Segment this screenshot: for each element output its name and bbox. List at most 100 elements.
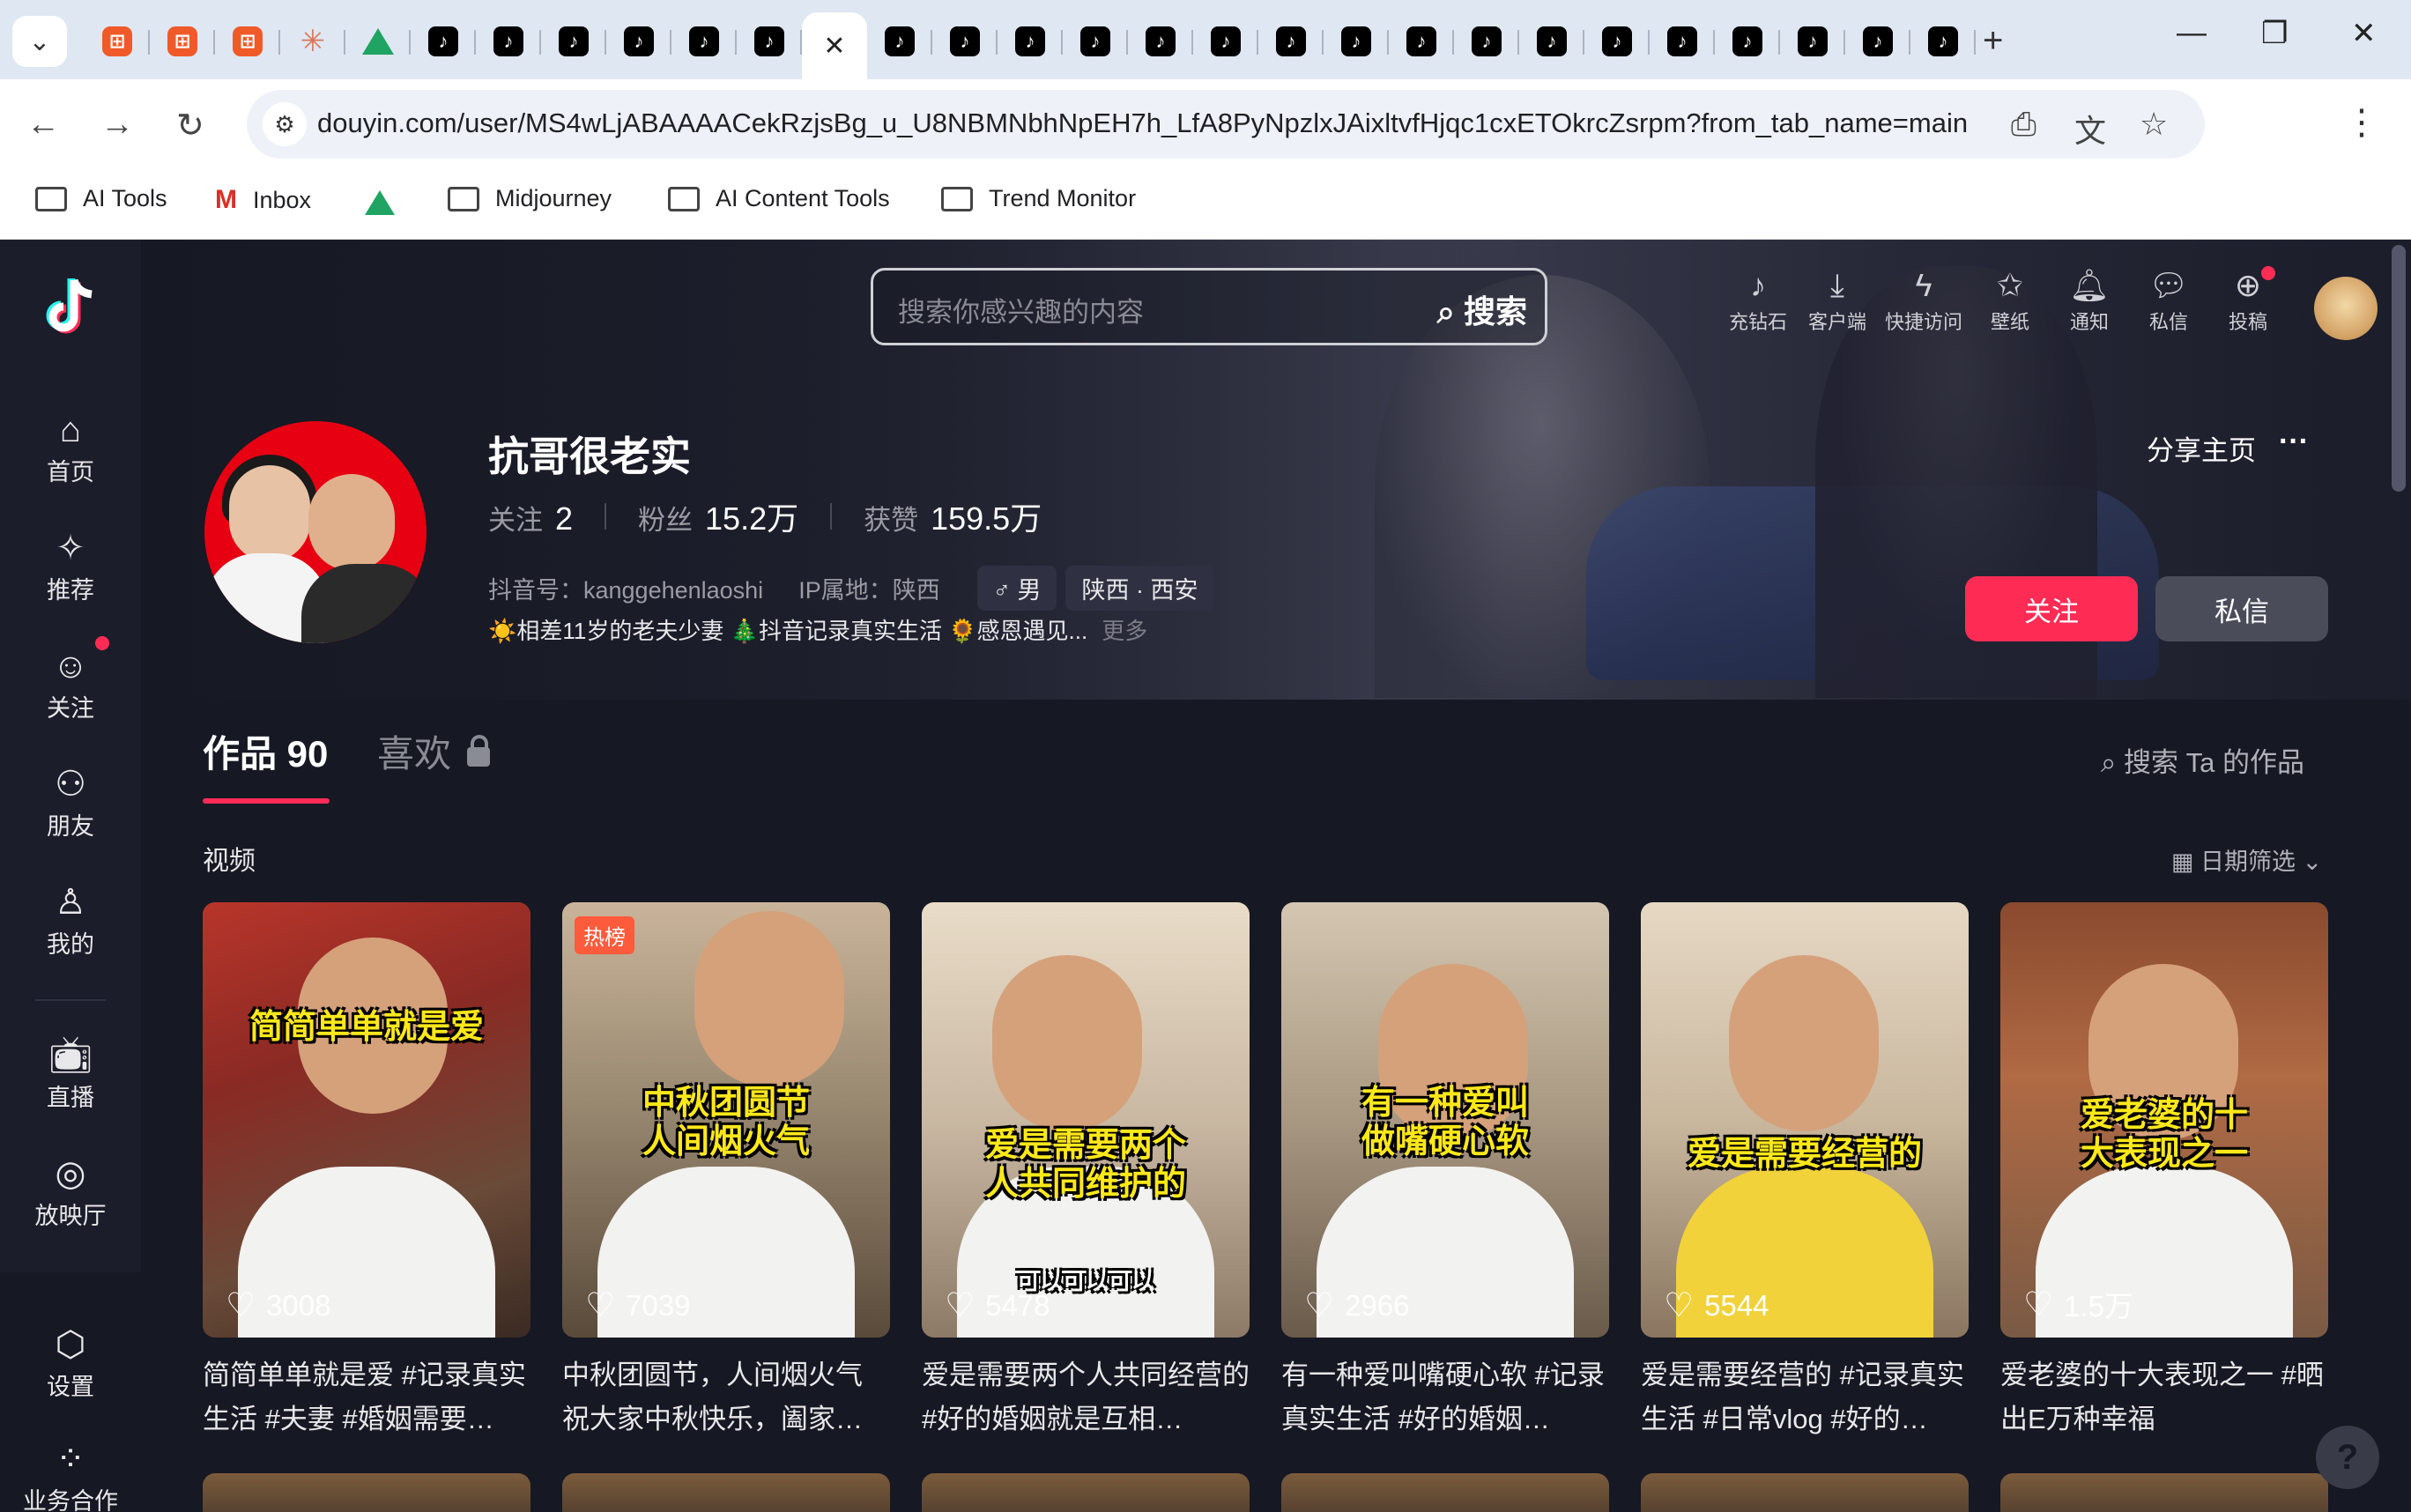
browser-tab[interactable]: ♪	[1910, 12, 1976, 70]
video-thumbnail[interactable]: 爱是需要两个 人共同维护的 可以可以可以 ♡ 5478	[922, 902, 1250, 1338]
site-settings-icon[interactable]: ⚙	[263, 102, 307, 146]
browser-menu-icon[interactable]: ⋮	[2344, 102, 2379, 143]
browser-tab[interactable]: ♪	[998, 12, 1063, 70]
header-diamond[interactable]: ♪ 充钻石	[1718, 264, 1798, 335]
search-box[interactable]: 搜索你感兴趣的内容 ⌕ 搜索	[871, 268, 1547, 345]
video-card[interactable]: 中秋团圆节 人间烟火气 热榜 ♡ 7039 中秋团圆节，人间烟火气 祝大家中秋快乐，阖家…	[562, 902, 890, 1442]
user-avatar[interactable]	[2314, 277, 2378, 340]
browser-tab[interactable]: ♪	[867, 12, 932, 70]
browser-tab[interactable]: ♪	[411, 12, 476, 70]
bookmark-midjourney[interactable]: Midjourney	[448, 185, 612, 212]
url-text[interactable]: douyin.com/user/MS4wLjABAAAACekRzjsBg_u_…	[317, 107, 1968, 139]
close-window-icon[interactable]: ✕	[2351, 16, 2377, 51]
minimize-icon[interactable]: —	[2177, 16, 2207, 50]
video-thumbnail[interactable]: 有一种爱叫 做嘴硬心软 ♡ 2966	[1281, 902, 1609, 1338]
browser-tab[interactable]: ♪	[541, 12, 606, 70]
video-description[interactable]: 爱是需要经营的 #记录真实生活 #日常vlog #好的…	[1641, 1353, 1969, 1442]
help-icon[interactable]: ?	[2316, 1426, 2379, 1489]
header-client[interactable]: ⤓ 客户端	[1798, 264, 1877, 335]
sidebar-item-home[interactable]: ⌂ 首页	[0, 407, 141, 487]
video-description[interactable]: 中秋团圆节，人间烟火气 祝大家中秋快乐，阖家…	[562, 1353, 890, 1442]
page-scrollbar[interactable]	[2392, 245, 2406, 492]
browser-tab[interactable]: ♪	[1128, 12, 1193, 70]
date-filter-dropdown[interactable]: ▦ 日期筛选 ⌄	[2171, 842, 2322, 877]
header-quick-access[interactable]: ϟ 快捷访问	[1884, 264, 1963, 335]
browser-tab[interactable]: ♪	[1324, 12, 1389, 70]
search-button[interactable]: ⌕ 搜索	[1437, 286, 1527, 332]
forward-icon[interactable]: →	[100, 106, 134, 144]
sidebar-item-me[interactable]: ♙ 我的	[0, 879, 141, 960]
follow-button[interactable]: 关注	[1965, 576, 2138, 641]
bookmark-google-drive[interactable]	[365, 190, 395, 215]
install-app-icon[interactable]: ⎙	[2011, 106, 2036, 144]
video-thumbnail[interactable]: 爱老婆的十 大表现之一 ♡ 1.5万	[2000, 902, 2328, 1338]
video-thumbnail-partial[interactable]	[1641, 1473, 1969, 1512]
following-count[interactable]: 2	[555, 500, 573, 537]
fans-count[interactable]: 15.2万	[705, 493, 798, 539]
browser-tab[interactable]: ⊞	[85, 12, 150, 70]
restore-icon[interactable]: ❐	[2261, 16, 2288, 51]
translate-icon[interactable]: 文	[2074, 106, 2106, 152]
browser-tab[interactable]: ♪	[1519, 12, 1584, 70]
back-icon[interactable]: ←	[26, 106, 60, 144]
video-card[interactable]: 有一种爱叫 做嘴硬心软 ♡ 2966 有一种爱叫嘴硬心软 #记录真实生活 #好的婚姻…	[1281, 902, 1609, 1442]
browser-tab[interactable]: ✳	[280, 12, 345, 70]
search-works-button[interactable]: ⌕ 搜索 Ta 的作品	[2101, 740, 2304, 780]
bookmark-ai-tools[interactable]: AI Tools	[35, 185, 167, 212]
video-description[interactable]: 爱是需要两个人共同经营的 #好的婚姻就是互相…	[922, 1353, 1250, 1442]
video-thumbnail-partial[interactable]	[922, 1473, 1250, 1512]
tab-search-button[interactable]: ⌄	[12, 16, 67, 67]
browser-tab[interactable]: ♪	[476, 12, 541, 70]
share-profile-button[interactable]: 分享主页	[2147, 428, 2256, 468]
browser-tab[interactable]: ♪	[737, 12, 802, 70]
browser-tab[interactable]: ♪	[671, 12, 737, 70]
bio-more-link[interactable]: 更多	[1102, 618, 1147, 644]
sidebar-item-business[interactable]: ⁘ 业务合作	[0, 1436, 141, 1512]
search-input[interactable]: 搜索你感兴趣的内容	[898, 290, 1144, 330]
header-upload[interactable]: ⊕ 投稿	[2208, 264, 2288, 335]
header-wallpaper[interactable]: ✩ 壁纸	[1970, 264, 2050, 335]
video-thumbnail-partial[interactable]	[203, 1473, 530, 1512]
browser-tab[interactable]: ⊞	[215, 12, 280, 70]
more-options-icon[interactable]: ···	[2279, 425, 2309, 459]
following-label[interactable]: 关注	[488, 498, 543, 537]
browser-tab[interactable]: ♪	[1454, 12, 1519, 70]
sidebar-item-live[interactable]: 📺︎ 直播	[0, 1033, 141, 1113]
browser-tab[interactable]: ♪	[1258, 12, 1324, 70]
browser-tab[interactable]: ♪	[1650, 12, 1715, 70]
browser-tab[interactable]: ✕	[802, 12, 867, 79]
sidebar-item-recommend[interactable]: ✧ 推荐	[0, 525, 141, 605]
browser-tab[interactable]: ♪	[932, 12, 998, 70]
video-description[interactable]: 简简单单就是爱 #记录真实生活 #夫妻 #婚姻需要…	[203, 1353, 530, 1442]
browser-tab[interactable]: ♪	[1584, 12, 1650, 70]
video-card[interactable]: 爱是需要两个 人共同维护的 可以可以可以 ♡ 5478 爱是需要两个人共同经营的 #好的…	[922, 902, 1250, 1442]
tab-likes[interactable]: 喜欢	[377, 724, 491, 778]
browser-tab[interactable]: ♪	[1063, 12, 1128, 70]
video-card[interactable]: 爱老婆的十 大表现之一 ♡ 1.5万爱老婆的十大表现之一 #晒出E万种幸福	[2000, 902, 2328, 1442]
browser-tab[interactable]	[345, 12, 411, 70]
video-thumbnail-partial[interactable]	[2000, 1473, 2328, 1512]
video-description[interactable]: 爱老婆的十大表现之一 #晒出E万种幸福	[2000, 1353, 2328, 1442]
bookmark-inbox[interactable]: M Inbox	[215, 185, 311, 215]
address-bar[interactable]: ⚙ douyin.com/user/MS4wLjABAAAACekRzjsBg_…	[247, 90, 2205, 159]
browser-tab[interactable]: ♪	[1780, 12, 1845, 70]
video-description[interactable]: 有一种爱叫嘴硬心软 #记录真实生活 #好的婚姻…	[1281, 1353, 1609, 1442]
profile-avatar[interactable]	[204, 421, 427, 643]
sidebar-item-cinema[interactable]: ◎ 放映厅	[0, 1151, 141, 1231]
header-messages[interactable]: 💬︎ 私信	[2129, 264, 2208, 335]
sidebar-item-friends[interactable]: ⚇ 朋友	[0, 761, 141, 841]
video-card[interactable]: 爱是需要经营的 ♡ 5544 爱是需要经营的 #记录真实生活 #日常vlog #好的…	[1641, 902, 1969, 1442]
bookmark-trend-monitor[interactable]: Trend Monitor	[941, 185, 1136, 212]
video-thumbnail[interactable]: 中秋团圆节 人间烟火气 热榜 ♡ 7039	[562, 902, 890, 1338]
video-thumbnail[interactable]: 爱是需要经营的 ♡ 5544	[1641, 902, 1969, 1338]
browser-tab[interactable]: ⊞	[150, 12, 215, 70]
bookmark-ai-content-tools[interactable]: AI Content Tools	[668, 185, 890, 212]
douyin-logo-icon[interactable]	[35, 273, 106, 344]
bookmark-star-icon[interactable]: ☆	[2140, 106, 2168, 143]
browser-tab[interactable]: ♪	[1389, 12, 1454, 70]
sidebar-item-settings[interactable]: ⬡ 设置	[0, 1322, 141, 1402]
browser-tab[interactable]: ♪	[1845, 12, 1910, 70]
browser-tab[interactable]: ♪	[1193, 12, 1258, 70]
video-thumbnail[interactable]: 简简单单就是爱 ♡ 3008	[203, 902, 530, 1338]
header-notifications[interactable]: 🔔︎ 通知	[2050, 264, 2129, 335]
